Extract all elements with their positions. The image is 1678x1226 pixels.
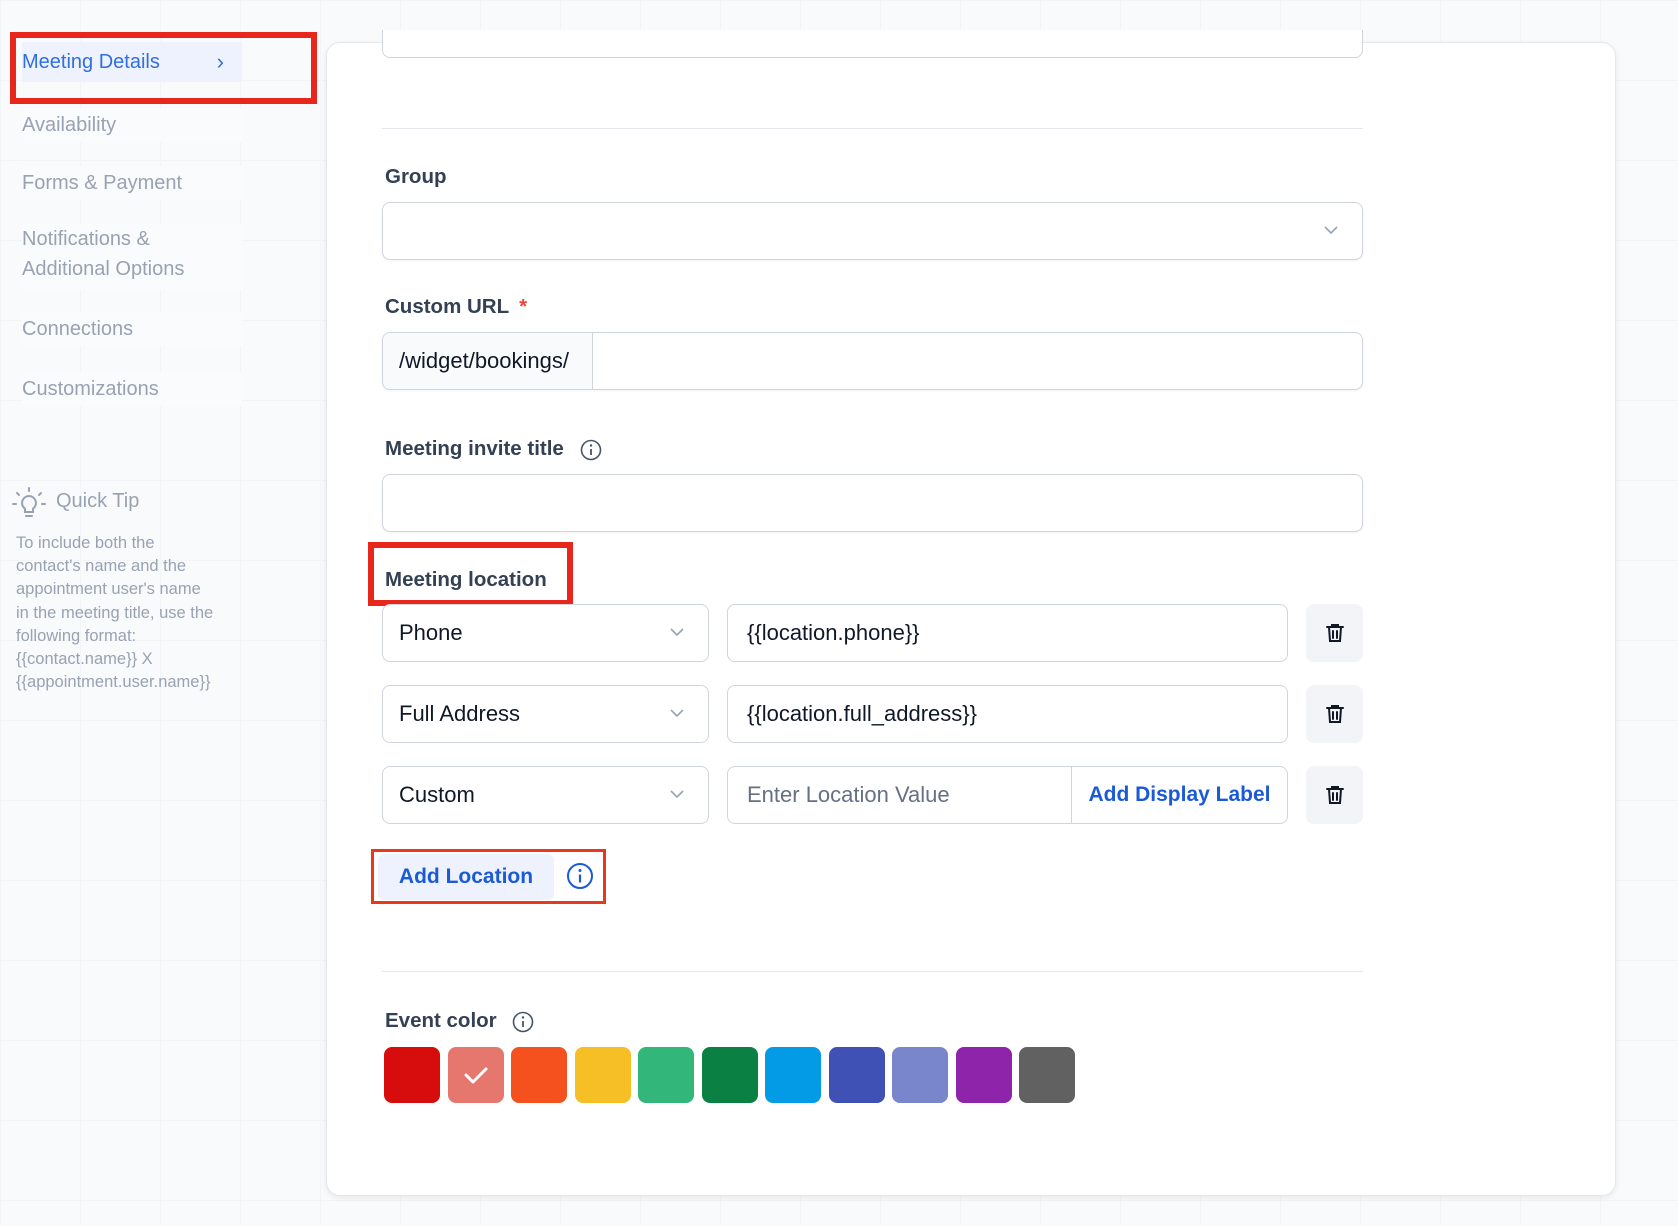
divider	[382, 971, 1363, 972]
quick-tip-text: To include both the contact's name and t…	[16, 532, 246, 694]
trash-icon	[1325, 786, 1344, 804]
chevron-down-icon	[670, 709, 684, 718]
tip-line: appointment user's name	[16, 580, 201, 599]
group-select[interactable]	[382, 202, 1363, 260]
tip-line: {{appointment.user.name}}	[16, 673, 211, 692]
divider	[382, 128, 1363, 129]
location-value-input[interactable]: Enter Location Value	[747, 767, 950, 822]
quick-tip-title: Quick Tip	[56, 490, 140, 512]
sidebar-item-label: Additional Options	[22, 258, 185, 280]
check-icon	[464, 1067, 487, 1084]
add-display-label-button[interactable]: Add Display Label	[1071, 767, 1287, 823]
color-swatch[interactable]	[765, 1047, 821, 1103]
trash-icon	[1325, 624, 1344, 642]
location-value-input[interactable]: {{location.full_address}}	[727, 685, 1288, 743]
tip-line: To include both the	[16, 534, 155, 552]
highlight-box	[368, 542, 573, 606]
custom-url-input[interactable]: /widget/bookings/	[382, 332, 1363, 390]
tip-line: contact's name and the	[16, 557, 187, 576]
color-swatch[interactable]	[447, 1047, 504, 1103]
sidebar-item-customizations[interactable]: Customizations	[22, 372, 242, 406]
color-swatch[interactable]	[828, 1047, 885, 1103]
info-icon[interactable]	[580, 439, 602, 461]
color-swatch[interactable]	[955, 1047, 1012, 1103]
required-mark: *	[519, 295, 528, 318]
location-type-select[interactable]: Full Address	[382, 685, 709, 743]
location-type-value: Phone	[399, 620, 463, 645]
sidebar-item-label: Forms & Payment	[22, 172, 183, 194]
color-swatch[interactable]	[384, 1047, 440, 1103]
sidebar-item-notifications[interactable]: Notifications & Additional Options	[22, 224, 242, 290]
custom-url-label-text: Custom URL	[385, 295, 510, 318]
group-label: Group	[385, 165, 447, 188]
color-swatch[interactable]	[638, 1047, 694, 1103]
highlight-box	[371, 849, 606, 904]
sidebar-item-label: Customizations	[22, 378, 159, 400]
event-color-label: Event color	[385, 1009, 534, 1033]
previous-field[interactable]	[382, 30, 1363, 58]
sidebar: Meeting Details › Availability Forms & P…	[0, 0, 320, 1226]
location-type-select[interactable]: Phone	[382, 604, 709, 662]
highlight-box	[10, 32, 317, 104]
event-color-label-text: Event color	[385, 1009, 497, 1032]
location-type-value: Custom	[399, 782, 475, 807]
location-type-select[interactable]: Custom	[382, 766, 709, 824]
color-swatch[interactable]	[1019, 1047, 1075, 1103]
color-swatch[interactable]	[892, 1047, 948, 1103]
chevron-down-icon	[670, 790, 684, 799]
color-swatch[interactable]	[574, 1047, 631, 1103]
sidebar-item-label: Availability	[22, 114, 117, 136]
delete-location-button[interactable]	[1306, 604, 1363, 662]
custom-url-prefix: /widget/bookings/	[383, 333, 593, 389]
sidebar-item-label: Connections	[22, 318, 134, 340]
custom-location-input-group: Enter Location Value Add Display Label	[727, 766, 1288, 824]
color-swatch[interactable]	[701, 1047, 758, 1103]
delete-location-button[interactable]	[1306, 766, 1363, 824]
invite-title-label: Meeting invite title	[385, 437, 602, 461]
trash-icon	[1325, 705, 1344, 723]
sidebar-item-label: Notifications &	[22, 228, 150, 250]
tip-line: following format:	[16, 626, 137, 645]
invite-title-label-text: Meeting invite title	[385, 437, 564, 460]
tip-line: {{contact.name}} X	[16, 650, 153, 669]
color-swatch[interactable]	[511, 1047, 567, 1103]
chevron-down-icon	[670, 628, 684, 637]
chevron-down-icon	[1324, 226, 1338, 235]
location-type-value: Full Address	[399, 701, 521, 726]
sidebar-item-connections[interactable]: Connections	[22, 312, 242, 346]
lightbulb-icon	[12, 487, 46, 517]
info-icon[interactable]	[512, 1011, 534, 1033]
invite-title-input[interactable]	[382, 474, 1363, 532]
tip-line: in the meeting title, use the	[16, 603, 214, 622]
location-value-input[interactable]: {{location.phone}}	[727, 604, 1288, 662]
custom-url-label: Custom URL *	[385, 295, 527, 319]
delete-location-button[interactable]	[1306, 685, 1363, 743]
sidebar-item-forms-payment[interactable]: Forms & Payment	[22, 166, 242, 200]
sidebar-item-availability[interactable]: Availability	[22, 108, 242, 142]
